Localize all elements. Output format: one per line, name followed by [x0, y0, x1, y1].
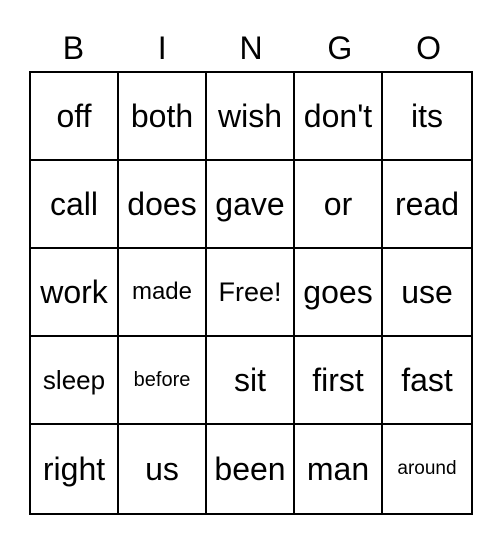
bingo-header: B I N G O [29, 28, 473, 68]
bingo-cell: read [383, 161, 471, 249]
bingo-cell: call [31, 161, 119, 249]
bingo-cell: sit [207, 337, 295, 425]
bingo-cell: right [31, 425, 119, 513]
bingo-cell: man [295, 425, 383, 513]
bingo-cell: made [119, 249, 207, 337]
bingo-cell: off [31, 73, 119, 161]
header-letter-g: G [327, 30, 353, 66]
bingo-cell: us [119, 425, 207, 513]
bingo-cell: or [295, 161, 383, 249]
bingo-cell: gave [207, 161, 295, 249]
header-letter-i: I [157, 30, 167, 66]
bingo-cell: work [31, 249, 119, 337]
bingo-cell: fast [383, 337, 471, 425]
bingo-cell: goes [295, 249, 383, 337]
bingo-cell: don't [295, 73, 383, 161]
free-space-cell: Free! [207, 249, 295, 337]
bingo-cell: both [119, 73, 207, 161]
bingo-cell: first [295, 337, 383, 425]
bingo-cell: before [119, 337, 207, 425]
bingo-grid: off both wish don't its call does gave o… [29, 71, 473, 515]
bingo-cell: its [383, 73, 471, 161]
bingo-cell: around [397, 458, 457, 479]
bingo-cell: wish [207, 73, 295, 161]
header-letter-n: N [239, 30, 263, 66]
bingo-cell: use [383, 249, 471, 337]
bingo-cell: does [119, 161, 207, 249]
header-letter-b: B [62, 30, 85, 66]
header-letter-o: O [416, 30, 442, 66]
bingo-cell: been [207, 425, 295, 513]
bingo-cell: sleep [31, 337, 119, 425]
